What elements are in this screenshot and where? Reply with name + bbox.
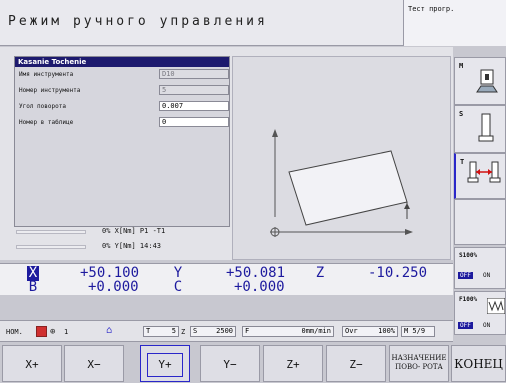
- softkey-end[interactable]: КОНЕЦ: [451, 345, 506, 382]
- workpiece-diagram: [270, 129, 413, 237]
- softkey-y-minus[interactable]: Y−: [200, 345, 260, 382]
- feed-f-label: F: [245, 327, 250, 335]
- feed-wave-icon: [487, 298, 505, 314]
- override-value: 100%: [378, 327, 395, 335]
- axis-label-b[interactable]: B: [27, 280, 39, 295]
- field-label-table-number: Номер в таблице: [19, 119, 74, 126]
- mode-title: Режим ручного управления: [8, 14, 268, 29]
- header-bar: Режим ручного управления Тест прогр.: [0, 0, 506, 46]
- field-row-tool-number: Номер инструмента 5: [19, 85, 229, 95]
- status-line-1: 0% X[Nm] P1 -T1: [102, 227, 166, 235]
- s-function-key[interactable]: S: [454, 105, 506, 153]
- workpiece-shape: [288, 150, 408, 226]
- field-row-tool-name: Имя инструмента D10: [19, 69, 229, 79]
- probe-graphic: [232, 56, 451, 260]
- load-status-area: 0% X[Nm] P1 -T1 0% Y[Nm] 14:43: [14, 227, 230, 260]
- reference-icon: ⊕: [50, 327, 56, 337]
- spindle-speed-value: 2500: [216, 327, 233, 335]
- spindle-override-label: S100%: [459, 252, 478, 259]
- tool-change-icon: [467, 161, 501, 183]
- feed-value: 0mm/min: [301, 327, 331, 335]
- x-axis-arrow: [405, 229, 413, 235]
- axis-value-z: -10.250: [368, 265, 428, 281]
- spindle-override-key[interactable]: S100% OFF ON: [454, 247, 506, 289]
- load-bar-y: [16, 245, 86, 249]
- feed-override-label: F100%: [459, 296, 478, 303]
- tool-axis-z: Z: [181, 328, 186, 336]
- spindle-icon: [476, 69, 498, 93]
- status-line-2: 0% Y[Nm] 14:43: [102, 242, 162, 250]
- axis-value-c: +0.000: [234, 279, 285, 295]
- override-label: Ovr: [345, 327, 358, 335]
- s-label: S: [459, 110, 464, 118]
- field-label-rotation-angle: Угол поворота: [19, 103, 66, 110]
- tool-t-value: 5: [171, 327, 176, 335]
- t-label: T: [460, 158, 465, 166]
- override-box: Ovr 100%: [342, 326, 398, 337]
- position-mode-label: НОМ.: [6, 328, 23, 336]
- tool-holder-icon: [478, 113, 494, 142]
- tool-name-field: D10: [159, 69, 229, 79]
- m-function-key[interactable]: M: [454, 57, 506, 105]
- field-row-rotation-angle: Угол поворота 0.007: [19, 101, 229, 111]
- m-function-box: M 5/9: [401, 326, 435, 337]
- y-axis-arrow: [272, 129, 278, 137]
- t-function-key[interactable]: T: [454, 153, 506, 199]
- rotation-angle-input[interactable]: 0.007: [159, 101, 229, 111]
- spindle-s-label: S: [193, 327, 198, 335]
- probe-dialog: Kasanie Tochenie Имя инструмента D10 Ном…: [14, 56, 230, 227]
- program-mode-label[interactable]: Тест прогр.: [403, 0, 506, 46]
- empty-softkey[interactable]: [454, 199, 506, 245]
- softkey-x-plus[interactable]: X+: [2, 345, 62, 382]
- axis-value-b: +0.000: [88, 279, 139, 295]
- spindle-on-label: ON: [483, 272, 491, 279]
- m-label: M: [459, 62, 464, 70]
- main-area: Kasanie Tochenie Имя инструмента D10 Ном…: [0, 47, 453, 260]
- field-row-table-number: Номер в таблице 0: [19, 117, 229, 127]
- softkey-x-minus[interactable]: X−: [64, 345, 124, 382]
- feed-override-key[interactable]: F100% OFF ON: [454, 291, 506, 335]
- tool-box: T 5: [143, 326, 179, 337]
- field-label-tool-name: Имя инструмента: [19, 71, 74, 78]
- tool-t-label: T: [146, 327, 151, 335]
- load-bar-x: [16, 230, 86, 234]
- right-softkey-column: M S T S100% OFF ON F100% OFF ON: [453, 47, 506, 340]
- softkey-y-plus-label: Y+: [147, 353, 183, 377]
- softkey-z-minus[interactable]: Z−: [326, 345, 386, 382]
- datum-number: 1: [64, 328, 69, 336]
- axis-label-z[interactable]: Z: [314, 266, 326, 281]
- angle-marker-arrow: [404, 203, 410, 209]
- feed-box: F 0mm/min: [242, 326, 334, 337]
- status-info-bar: НОМ. ⊕ 1 ⌂ T 5 Z S 2500 F 0mm/min Ovr 10…: [0, 320, 453, 342]
- axis-label-c[interactable]: C: [172, 280, 184, 295]
- tool-number-field: 5: [159, 85, 229, 95]
- spindle-off-label: OFF: [458, 272, 473, 279]
- bottom-softkey-bar: X+ X− Y+ Y− Z+ Z− НАЗНАЧЕНИЕ ПОВО- РОТА …: [0, 343, 506, 383]
- spindle-speed-box: S 2500: [190, 326, 236, 337]
- home-icon: ⌂: [106, 325, 113, 336]
- softkey-y-plus[interactable]: Y+: [140, 345, 190, 382]
- datum-icon: [36, 326, 47, 337]
- feed-off-label: OFF: [458, 322, 473, 329]
- feed-on-label: ON: [483, 322, 491, 329]
- softkey-set-rotation[interactable]: НАЗНАЧЕНИЕ ПОВО- РОТА: [389, 345, 449, 382]
- softkey-z-plus[interactable]: Z+: [263, 345, 323, 382]
- position-display: X +50.100 Y +50.081 Z -10.250 B +0.000 C…: [0, 263, 453, 295]
- table-number-input[interactable]: 0: [159, 117, 229, 127]
- dialog-title: Kasanie Tochenie: [15, 57, 229, 67]
- field-label-tool-number: Номер инструмента: [19, 87, 81, 94]
